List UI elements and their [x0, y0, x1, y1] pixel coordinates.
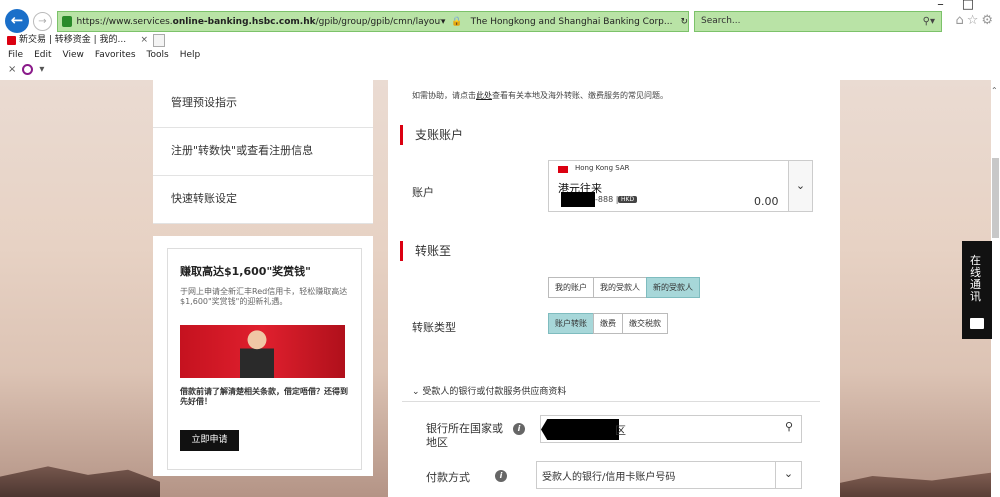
- tab-tax-payment[interactable]: 缴交税款: [622, 313, 668, 334]
- transfer-type-label: 转账类型: [412, 321, 456, 334]
- close-icon[interactable]: ×: [140, 33, 148, 47]
- promo-card: 赚取高达$1,600"奖赏钱" 于网上申请全新汇丰Red信用卡，轻松赚取高达$1…: [167, 248, 362, 470]
- payment-method-value: 受款人的银行/信用卡账户号码: [542, 472, 676, 483]
- nav-item-fps-register[interactable]: 注册"转数快"或查看注册信息: [153, 128, 373, 176]
- search-icon[interactable]: ⚲: [785, 420, 793, 433]
- tab-bill-payment[interactable]: 缴费: [593, 313, 623, 334]
- lock-icon: 🔒: [451, 16, 463, 27]
- menu-help[interactable]: Help: [180, 50, 201, 60]
- live-chat-button[interactable]: 在线通讯: [962, 241, 992, 339]
- menu-bar: File Edit View Favorites Tools Help: [8, 50, 200, 60]
- scroll-thumb[interactable]: [992, 158, 999, 238]
- scroll-up-icon[interactable]: ⌃: [991, 86, 998, 95]
- currency-badge: HKD: [618, 196, 638, 203]
- browser-chrome: ← → https://www.services.online-banking.…: [0, 0, 1000, 80]
- chevron-down-icon[interactable]: ⌄: [788, 161, 812, 211]
- payee-bank-section-toggle[interactable]: ⌄ 受款人的银行或付款服务供应商资料: [412, 384, 566, 397]
- bank-country-label: 银行所在国家或地区: [426, 422, 503, 449]
- search-input[interactable]: Search... ⚲▾: [694, 11, 942, 32]
- promo-description: 于网上申请全新汇丰Red信用卡，轻松赚取高达$1,600"奖赏钱"的迎新礼遇。: [180, 287, 348, 306]
- account-balance: 0.00: [754, 195, 779, 208]
- nav-item-manage-presets[interactable]: 管理预设指示: [153, 80, 373, 128]
- chevron-down-icon[interactable]: ▾: [39, 64, 44, 75]
- favorites-bar: × ▾: [8, 64, 44, 75]
- person-image: [240, 329, 274, 378]
- chevron-down-icon: ⌄: [412, 387, 420, 397]
- info-icon[interactable]: i: [495, 470, 507, 482]
- nav-item-quick-transfer[interactable]: 快速转账设定: [153, 176, 373, 224]
- redacted-block: [561, 192, 595, 207]
- promo-title: 赚取高达$1,600"奖赏钱": [180, 265, 311, 278]
- toolbar-icons[interactable]: ⌂☆⚙: [955, 13, 996, 28]
- menu-edit[interactable]: Edit: [34, 50, 51, 60]
- payment-method-label: 付款方式: [426, 471, 470, 484]
- tab-my-payees[interactable]: 我的受款人: [593, 277, 647, 298]
- new-tab-button[interactable]: [153, 34, 165, 47]
- search-icon[interactable]: ⚲▾: [923, 12, 935, 31]
- promo-terms: 借款前请了解清楚相关条款，借定唔借？还得到先好借！: [180, 387, 348, 406]
- back-arrow-icon[interactable]: ←: [5, 9, 29, 33]
- tab-new-payee[interactable]: 新的受款人: [646, 277, 700, 298]
- chevron-down-icon[interactable]: ⌄: [775, 462, 801, 488]
- redacted-block: [541, 419, 619, 440]
- account-selector[interactable]: Hong Kong SAR 港元往来 -888 | HKD 0.00 ⌄: [548, 160, 813, 212]
- info-icon[interactable]: i: [513, 423, 525, 435]
- menu-view[interactable]: View: [63, 50, 84, 60]
- page-icon: [62, 16, 73, 27]
- scrollbar[interactable]: ⌃: [991, 80, 1000, 497]
- bank-country-input[interactable]: 区 ⚲: [540, 415, 802, 443]
- menu-tools[interactable]: Tools: [147, 50, 169, 60]
- menu-favorites[interactable]: Favorites: [95, 50, 136, 60]
- addon-icon[interactable]: [22, 64, 34, 75]
- mountain-decoration: [830, 471, 1000, 497]
- site-identity[interactable]: The Hongkong and Shanghai Banking Corp..…: [471, 17, 673, 27]
- tab-account-transfer[interactable]: 账户转账: [548, 313, 594, 334]
- tab-my-accounts[interactable]: 我的账户: [548, 277, 594, 298]
- tab-active[interactable]: 新交易 | 转移资金 | 我的... ×: [4, 33, 152, 48]
- tab-title: 新交易 | 转移资金 | 我的...: [19, 35, 127, 45]
- promo-banner-image: [180, 325, 345, 378]
- forward-arrow-icon[interactable]: →: [33, 12, 52, 31]
- transfer-type-tabs: 账户转账 缴费 缴交税款: [548, 313, 668, 334]
- address-bar[interactable]: https://www.services.online-banking.hsbc…: [57, 11, 689, 32]
- hsbc-favicon-icon: [7, 36, 16, 45]
- apply-button[interactable]: 立即申请: [180, 430, 239, 451]
- left-nav: 管理预设指示 注册"转数快"或查看注册信息 快速转账设定: [153, 80, 373, 224]
- payee-tabs: 我的账户 我的受款人 新的受款人: [548, 277, 700, 298]
- window-controls[interactable]: –□: [937, 0, 992, 12]
- close-icon[interactable]: ×: [8, 64, 16, 75]
- help-text: 如需协助，请点击此处查看有关本地及海外转账、缴费服务的常见问题。: [412, 91, 668, 100]
- chat-label: 在线通讯: [970, 254, 981, 303]
- dropdown-icon[interactable]: ▾: [441, 17, 446, 27]
- section-from-account: 支账账户: [400, 125, 463, 145]
- transfer-form: 如需协助，请点击此处查看有关本地及海外转账、缴费服务的常见问题。 支账账户 账户…: [388, 80, 840, 497]
- chat-bubble-icon: [970, 318, 984, 329]
- refresh-icon[interactable]: ↻: [680, 17, 688, 27]
- bank-country-value: 区: [615, 424, 626, 437]
- url-text: https://www.services.online-banking.hsbc…: [76, 16, 441, 27]
- account-region: Hong Kong SAR: [575, 164, 630, 172]
- hk-flag-icon: [558, 166, 568, 173]
- mountain-decoration: [0, 466, 160, 497]
- help-link[interactable]: 此处: [476, 91, 492, 100]
- section-to: 转账至: [400, 241, 451, 261]
- menu-file[interactable]: File: [8, 50, 23, 60]
- divider: [402, 401, 820, 402]
- account-label: 账户: [412, 186, 434, 199]
- payment-method-select[interactable]: 受款人的银行/信用卡账户号码 ⌄: [536, 461, 802, 489]
- tab-bar: 新交易 | 转移资金 | 我的... ×: [0, 33, 1000, 48]
